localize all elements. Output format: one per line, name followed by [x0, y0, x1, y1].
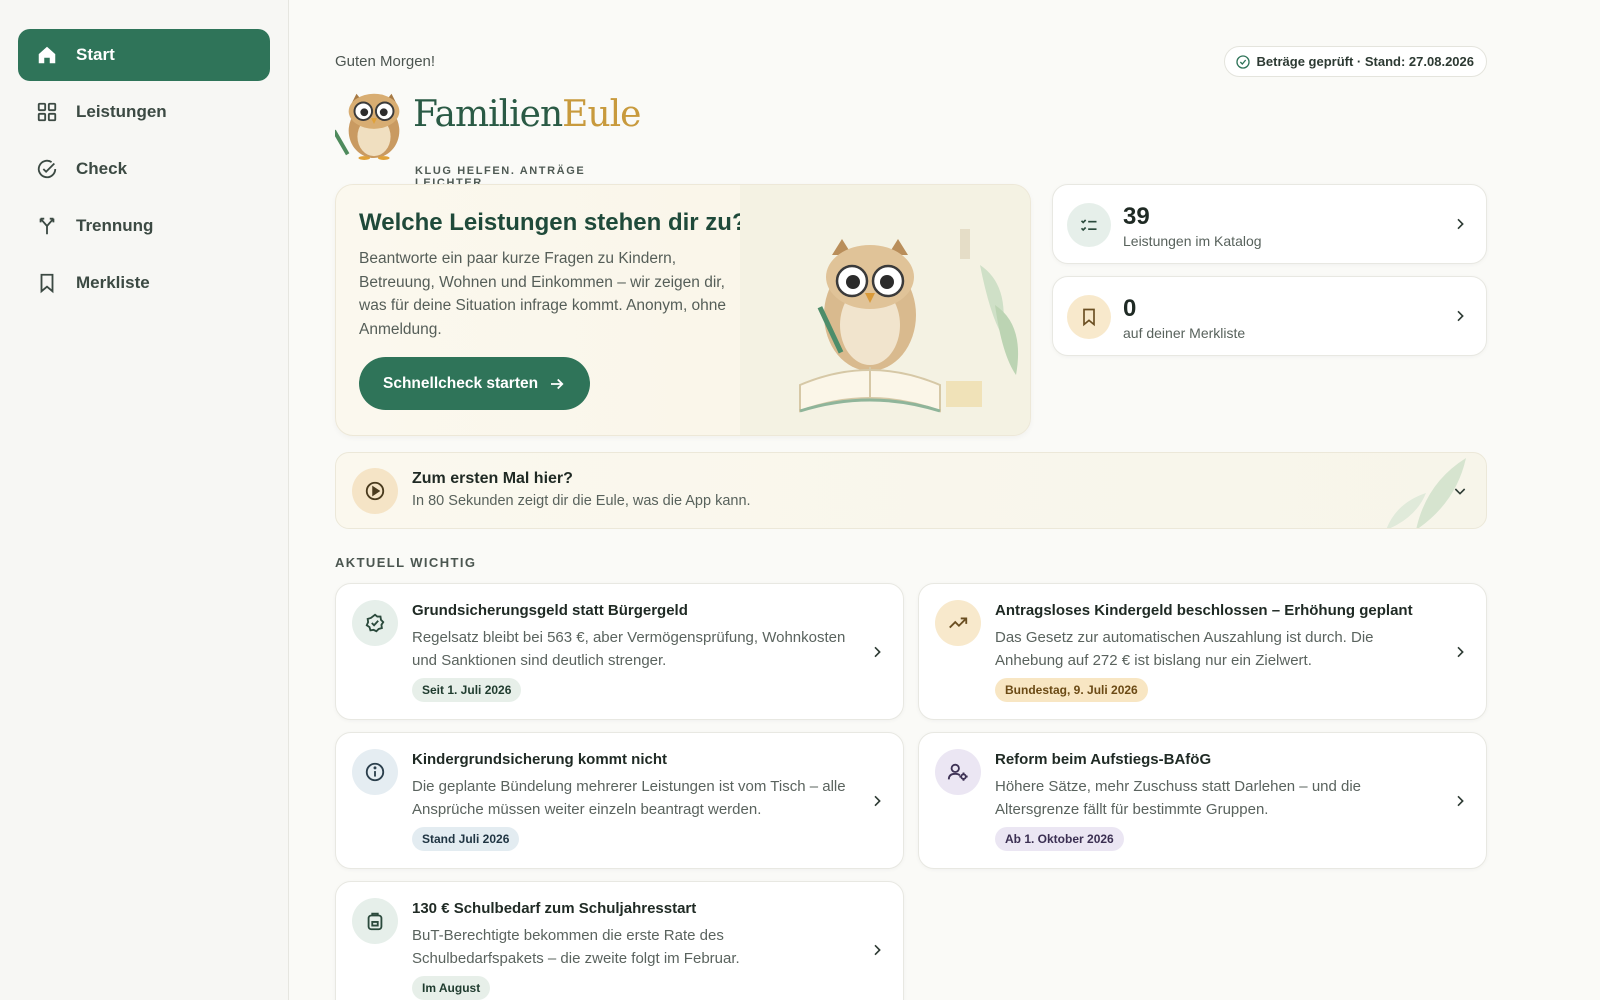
chevron-right-icon — [1457, 795, 1464, 806]
logo: FamilienEule KLUG HELFEN. ANTRÄGE LEICHT… — [335, 84, 655, 189]
sidebar-item-label: Start — [76, 45, 115, 64]
owl-logo-icon — [335, 93, 400, 160]
news-text: Höhere Sätze, mehr Zuschuss statt Darleh… — [995, 778, 1362, 818]
hero-title: Welche Leistungen stehen dir zu? — [359, 209, 747, 236]
chevron-right-icon — [1457, 646, 1464, 657]
sidebar-item-check[interactable]: Check — [18, 143, 270, 195]
news-text: BuT-Berechtigte bekommen die erste Rate … — [412, 927, 740, 967]
sidebar-item-start[interactable]: Start — [18, 29, 270, 81]
first-visit-banner[interactable]: Zum ersten Mal hier? In 80 Sekunden zeig… — [335, 452, 1487, 529]
news-tag: Stand Juli 2026 — [412, 827, 520, 851]
news-title: Reform beim Aufstiegs-BAföG — [995, 751, 1212, 768]
sidebar-item-leistungen[interactable]: Leistungen — [18, 86, 270, 138]
section-title: AKTUELL WICHTIG — [335, 555, 477, 570]
trending-up-icon — [935, 600, 981, 646]
play-icon — [352, 468, 398, 514]
logo-wordmark: FamilienEule — [413, 94, 641, 135]
intro-title: Zum ersten Mal hier? — [412, 470, 573, 487]
news-tag: Bundestag, 9. Juli 2026 — [995, 678, 1148, 702]
sidebar: Start Leistungen Check Trennung Merklist… — [0, 0, 289, 1000]
greeting: Guten Morgen! — [335, 53, 436, 70]
bookmark-icon — [40, 273, 54, 294]
split-icon — [39, 217, 55, 235]
news-title: Antragsloses Kindergeld beschlossen – Er… — [995, 602, 1413, 619]
info-icon — [352, 749, 398, 795]
news-text: Die geplante Bündelung mehrerer Leistung… — [412, 778, 846, 818]
button-label: Schnellcheck starten — [383, 374, 539, 392]
chevron-right-icon — [874, 944, 881, 955]
catalog-stat-card[interactable]: 39 Leistungen im Katalog — [1052, 184, 1487, 264]
chevron-right-icon — [1457, 310, 1464, 322]
news-tag: Ab 1. Oktober 2026 — [995, 827, 1124, 851]
badge-check-icon — [352, 600, 398, 646]
watchlist-label: auf deiner Merkliste — [1123, 325, 1246, 341]
intro-subtitle: In 80 Sekunden zeigt dir die Eule, was d… — [412, 493, 751, 509]
news-title: Grundsicherungsgeld statt Bürgergeld — [412, 602, 688, 619]
hero-card: Welche Leistungen stehen dir zu? Beantwo… — [335, 184, 1031, 436]
chevron-right-icon — [874, 646, 881, 657]
quickcheck-start-button[interactable]: Schnellcheck starten — [359, 357, 591, 410]
user-cog-icon — [935, 749, 981, 795]
checklist-icon — [1067, 203, 1111, 247]
news-tag: Im August — [412, 976, 491, 1000]
sidebar-item-label: Trennung — [76, 216, 154, 235]
watchlist-stat-card[interactable]: 0 auf deiner Merkliste — [1052, 276, 1487, 356]
bookmark-icon — [1067, 295, 1111, 339]
chevron-right-icon — [1457, 218, 1464, 230]
hero-text: Beantworte ein paar kurze Fragen zu Kind… — [359, 250, 727, 338]
sidebar-item-label: Merkliste — [76, 273, 150, 292]
home-icon — [38, 46, 56, 64]
news-title: Kindergrundsicherung kommt nicht — [412, 751, 668, 768]
watchlist-count: 0 — [1123, 295, 1137, 322]
check-circle-icon — [37, 159, 57, 179]
news-tag: Seit 1. Juli 2026 — [412, 678, 522, 702]
news-card[interactable]: Grundsicherungsgeld statt Bürgergeld Reg… — [335, 583, 904, 720]
owl-reading-illustration — [740, 185, 1030, 435]
news-card[interactable]: 130 € Schulbedarf zum Schuljahresstart B… — [335, 881, 904, 1000]
sidebar-item-merkliste[interactable]: Merkliste — [18, 257, 270, 309]
grid-icon — [37, 102, 57, 122]
arrow-right-icon — [551, 378, 564, 389]
catalog-count: 39 — [1123, 203, 1150, 230]
sidebar-item-trennung[interactable]: Trennung — [18, 200, 270, 252]
sidebar-item-label: Leistungen — [76, 102, 167, 121]
chevron-right-icon — [874, 795, 881, 806]
news-title: 130 € Schulbedarf zum Schuljahresstart — [412, 900, 697, 917]
catalog-label: Leistungen im Katalog — [1123, 233, 1262, 249]
news-text: Regelsatz bleibt bei 563 €, aber Vermöge… — [412, 629, 846, 669]
news-card[interactable]: Kindergrundsicherung kommt nicht Die gep… — [335, 732, 904, 869]
status-text: Beträge geprüft · Stand: 27.08.2026 — [1256, 54, 1474, 69]
news-card[interactable]: Reform beim Aufstiegs-BAföG Höhere Sätze… — [918, 732, 1487, 869]
backpack-icon — [352, 898, 398, 944]
verified-icon — [1235, 54, 1250, 69]
news-text: Das Gesetz zur automatischen Auszahlung … — [995, 629, 1374, 669]
status-badge: Beträge geprüft · Stand: 27.08.2026 — [1223, 46, 1487, 77]
main-content: Guten Morgen! Beträge geprüft · Stand: 2… — [335, 0, 1487, 1000]
chevron-down-icon — [1454, 488, 1466, 495]
news-card[interactable]: Antragsloses Kindergeld beschlossen – Er… — [918, 583, 1487, 720]
sidebar-item-label: Check — [76, 159, 128, 178]
